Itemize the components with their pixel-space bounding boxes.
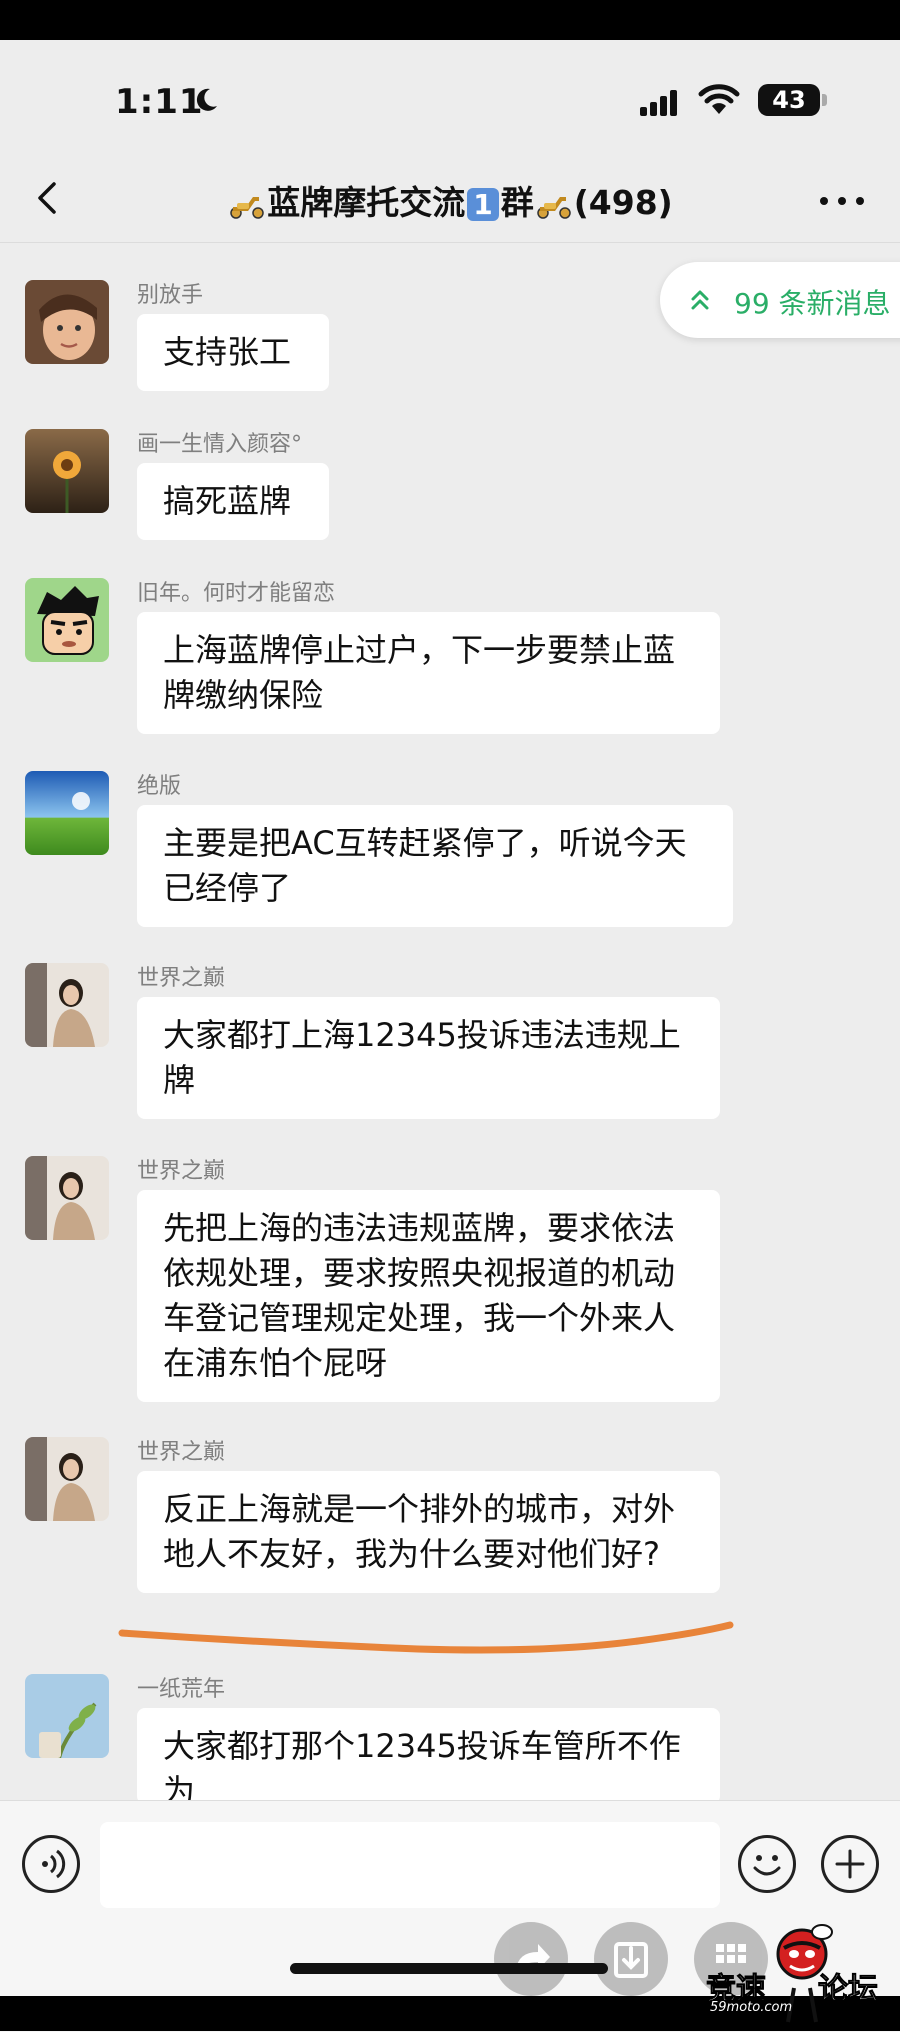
message-bubble[interactable]: 先把上海的违法违规蓝牌，要求依法依规处理，要求按照央视报道的机动车登记管理规定处…	[137, 1190, 720, 1402]
scooter-icon	[536, 196, 571, 219]
member-count: (498)	[573, 183, 673, 222]
emoji-button[interactable]	[738, 1835, 796, 1893]
more-functions-button[interactable]	[821, 1835, 879, 1893]
watermark-text-right: 论坛	[818, 1972, 879, 2008]
orange-underline-annotation	[118, 1621, 734, 1654]
share-arrow-icon	[516, 1944, 550, 1970]
message-bubble[interactable]: 上海蓝牌停止过户，下一步要禁止蓝牌缴纳保险	[137, 612, 720, 734]
sender-name: 世界之巅	[137, 1159, 226, 1184]
new-messages-button[interactable]: 99 条新消息	[660, 262, 900, 338]
message-input[interactable]	[100, 1822, 720, 1908]
message-bubble[interactable]: 大家都打那个12345投诉车管所不作为	[137, 1708, 720, 1804]
title-text: 蓝牌摩托交流	[267, 183, 466, 222]
message-bubble[interactable]: 搞死蓝牌	[137, 463, 329, 540]
sender-name: 绝版	[137, 774, 182, 799]
battery-nub	[822, 94, 827, 106]
title-number-badge: 1	[467, 188, 499, 221]
message-bubble[interactable]: 反正上海就是一个排外的城市，对外地人不友好，我为什么要对他们好?	[137, 1471, 720, 1593]
avatar[interactable]	[25, 963, 109, 1047]
double-chevron-up-icon	[691, 290, 709, 310]
watermark-site: 59moto.com	[710, 2000, 793, 2015]
battery-indicator: 43	[758, 84, 820, 116]
sender-name: 画一生情入颜容°	[137, 432, 303, 457]
avatar[interactable]	[25, 1156, 109, 1240]
home-indicator	[290, 1963, 608, 1974]
sender-name: 别放手	[137, 283, 204, 308]
share-button[interactable]	[494, 1922, 568, 1996]
avatar[interactable]	[25, 1437, 109, 1521]
avatar[interactable]	[25, 771, 109, 855]
scooter-icon	[230, 196, 264, 219]
header-divider	[0, 242, 900, 243]
voice-wave-icon	[42, 1849, 66, 1879]
smiley-icon	[753, 1855, 781, 1876]
avatar[interactable]	[25, 429, 109, 513]
avatar[interactable]	[25, 578, 109, 662]
sender-name: 世界之巅	[137, 1440, 226, 1465]
save-button[interactable]	[594, 1922, 668, 1996]
message-bubble[interactable]: 大家都打上海12345投诉违法违规上牌	[137, 997, 720, 1119]
wifi-icon	[698, 84, 740, 114]
status-time: 1:11	[115, 82, 204, 122]
moon-icon	[196, 88, 217, 111]
sender-name: 世界之巅	[137, 966, 226, 991]
cellular-signal-icon	[640, 90, 677, 116]
message-bubble[interactable]: 支持张工	[137, 314, 329, 391]
plus-icon	[835, 1849, 865, 1879]
sender-name: 一纸荒年	[137, 1677, 226, 1702]
download-icon	[614, 1942, 648, 1978]
more-options-icon[interactable]	[818, 196, 866, 206]
new-messages-label: 99 条新消息	[734, 287, 891, 320]
message-bubble[interactable]: 主要是把AC互转赶紧停了，听说今天已经停了	[137, 805, 733, 927]
avatar[interactable]	[25, 280, 109, 364]
sender-name: 旧年。何时才能留恋	[137, 581, 336, 606]
chat-title: 蓝牌摩托交流 1 群 (498)	[0, 176, 900, 224]
voice-input-button[interactable]	[22, 1835, 80, 1893]
top-black-band	[0, 0, 900, 40]
avatar[interactable]	[25, 1674, 109, 1758]
title-suffix: 群	[500, 183, 534, 222]
